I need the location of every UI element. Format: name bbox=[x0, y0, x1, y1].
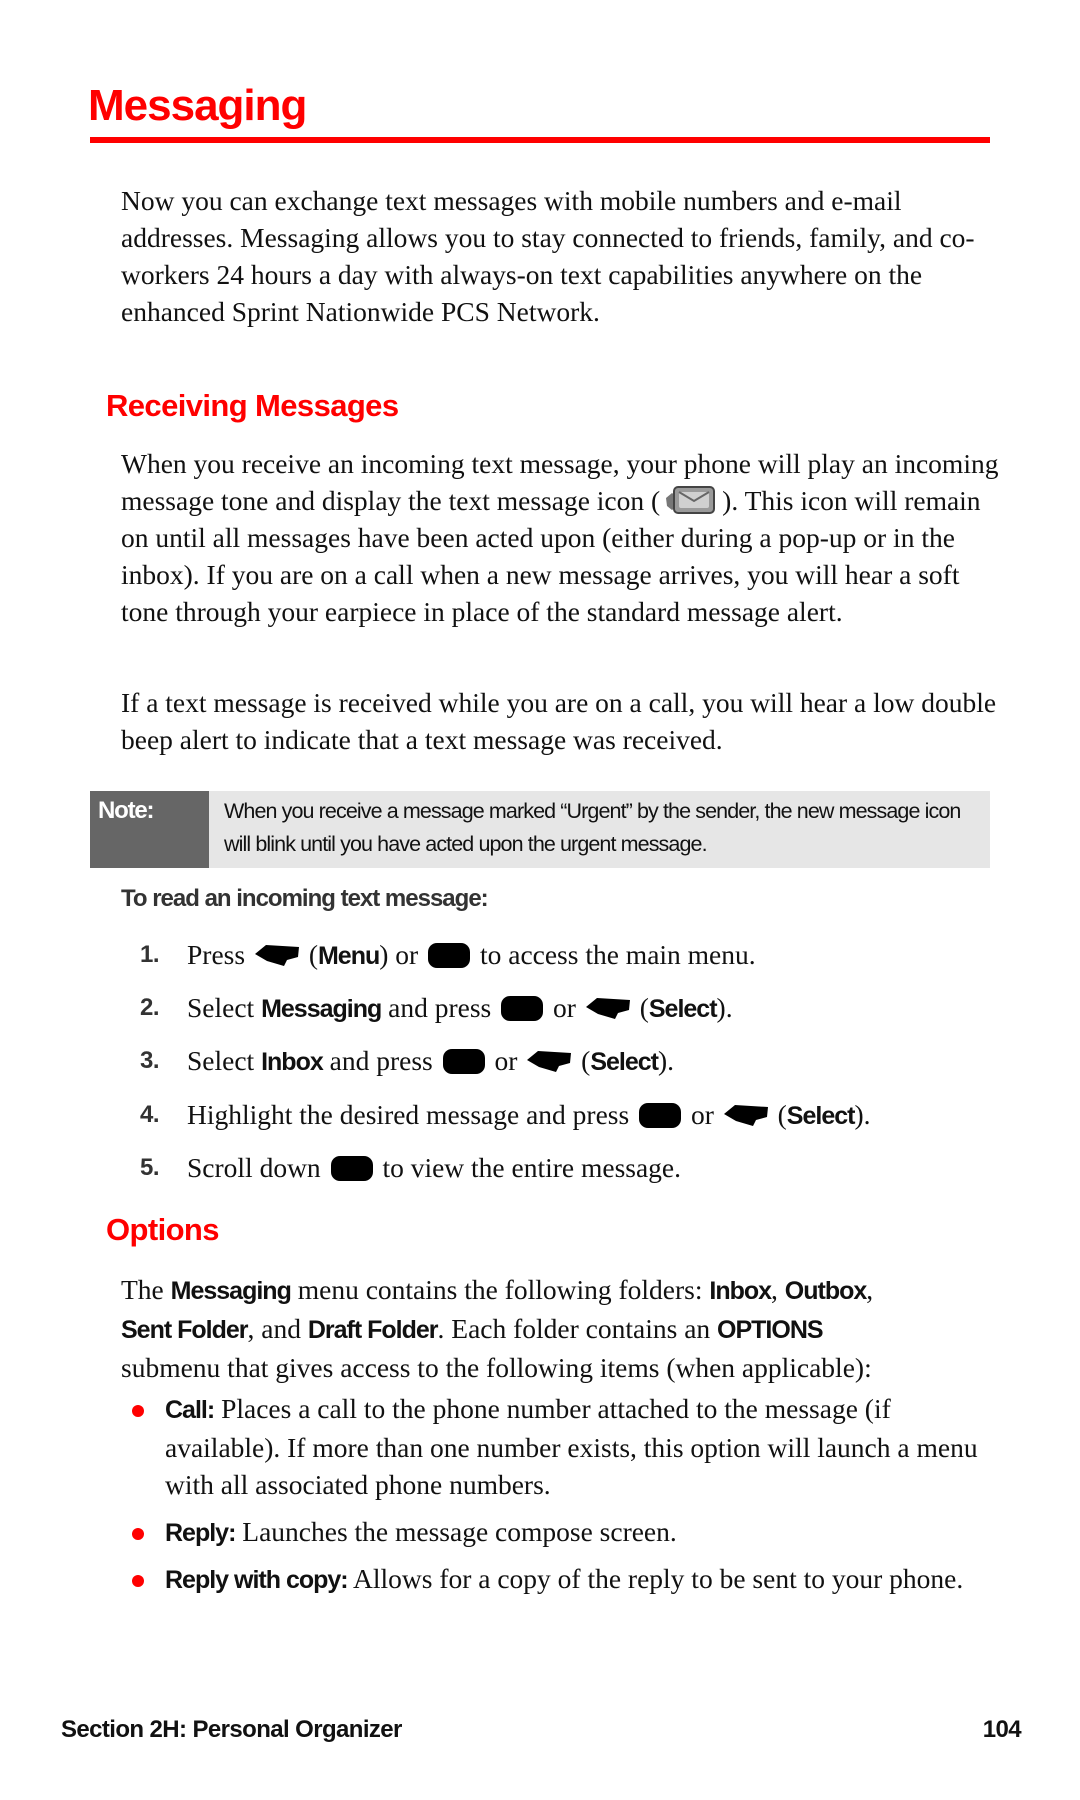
receiving-heading: Receiving Messages bbox=[106, 388, 399, 423]
options-heading: Options bbox=[106, 1212, 220, 1247]
option-item-reply-with-copy: Reply with copy: Allows for a copy of th… bbox=[132, 1560, 1002, 1638]
step-text: ). bbox=[716, 992, 733, 1023]
step-number: 1. bbox=[140, 941, 160, 968]
step-text: ( bbox=[301, 939, 318, 970]
step-text: ( bbox=[632, 992, 649, 1023]
step-text: and press bbox=[322, 1045, 440, 1076]
option-text: Allows for a copy of the reply to be sen… bbox=[347, 1563, 964, 1594]
step-text: Highlight the desired message and press bbox=[187, 1099, 637, 1130]
step-text: Press bbox=[187, 939, 252, 970]
select-label: Select bbox=[786, 1102, 856, 1130]
bullet-icon bbox=[132, 1405, 144, 1417]
softkey-icon bbox=[527, 1051, 572, 1072]
step-text: to view the entire message. bbox=[375, 1152, 682, 1183]
softkey-icon bbox=[585, 998, 630, 1019]
procedure-heading: To read an incoming text message: bbox=[121, 885, 489, 912]
text-message-icon bbox=[662, 484, 720, 516]
page-number: 104 bbox=[982, 1716, 1022, 1743]
step-text: ) or bbox=[379, 939, 426, 970]
page-title: Messaging bbox=[88, 81, 307, 130]
softkey-icon bbox=[254, 945, 299, 966]
title-rule bbox=[90, 137, 990, 143]
softkey-icon bbox=[723, 1105, 768, 1126]
option-text: Launches the message compose screen. bbox=[235, 1516, 677, 1547]
select-label: Select bbox=[590, 1048, 659, 1076]
step-text: or bbox=[684, 1099, 721, 1130]
option-item-call: Call: Places a call to the phone number … bbox=[132, 1390, 1002, 1505]
note-label: Note: bbox=[90, 791, 209, 868]
text: , and bbox=[247, 1313, 308, 1344]
text: . Each folder contains an bbox=[437, 1313, 718, 1344]
step-text: or bbox=[487, 1045, 525, 1076]
option-text: Places a call to the phone number attach… bbox=[165, 1393, 978, 1500]
intro-paragraph: Now you can exchange text messages with … bbox=[121, 185, 975, 327]
step-5: 5. Scroll down to view the entire messag… bbox=[140, 1148, 1000, 1188]
receiving-paragraph-1: When you receive an incoming text messag… bbox=[121, 445, 1001, 630]
select-label: Select bbox=[648, 995, 718, 1023]
step-text: Select bbox=[187, 1045, 262, 1076]
step-text: or bbox=[546, 992, 583, 1023]
text: submenu that gives access to the followi… bbox=[121, 1352, 872, 1383]
step-text: ( bbox=[770, 1099, 787, 1130]
note-box: Note: When you receive a message marked … bbox=[90, 791, 990, 868]
step-text: Select bbox=[187, 992, 262, 1023]
options-intro: The Messaging menu contains the followin… bbox=[121, 1271, 1001, 1386]
note-text: When you receive a message marked “Urgen… bbox=[224, 799, 961, 856]
inbox-label: Inbox bbox=[709, 1277, 772, 1305]
step-text: ). bbox=[658, 1045, 675, 1076]
outbox-label: Outbox bbox=[784, 1277, 867, 1305]
step-text: Scroll down bbox=[187, 1152, 328, 1183]
step-number: 3. bbox=[140, 1047, 160, 1074]
step-text: ). bbox=[854, 1099, 871, 1130]
step-4: 4. Highlight the desired message and pre… bbox=[140, 1095, 1000, 1135]
step-3: 3. Select Inbox and press or (Select). bbox=[140, 1041, 1000, 1081]
step-number: 5. bbox=[140, 1154, 160, 1181]
step-number: 2. bbox=[140, 994, 160, 1021]
messaging-label: Messaging bbox=[170, 1277, 292, 1305]
sent-folder-label: Sent Folder bbox=[121, 1316, 249, 1344]
receiving-paragraph-2: If a text message is received while you … bbox=[121, 687, 997, 755]
footer-section: Section 2H: Personal Organizer bbox=[61, 1716, 402, 1743]
menu-label: Menu bbox=[317, 942, 380, 970]
bullet-icon bbox=[132, 1575, 144, 1587]
nav-key-icon bbox=[330, 1156, 373, 1181]
step-text: to access the main menu. bbox=[473, 939, 756, 970]
text: The bbox=[121, 1274, 171, 1305]
nav-key-icon bbox=[501, 996, 544, 1021]
option-label: Call: bbox=[165, 1396, 215, 1424]
step-text: and press bbox=[381, 992, 499, 1023]
draft-folder-label: Draft Folder bbox=[307, 1316, 439, 1344]
step-2: 2. Select Messaging and press or (Select… bbox=[140, 988, 1000, 1028]
nav-key-icon bbox=[442, 1049, 485, 1074]
step-text: ( bbox=[574, 1045, 591, 1076]
text: , bbox=[866, 1274, 874, 1305]
messaging-label: Messaging bbox=[261, 995, 382, 1023]
option-label: Reply: bbox=[165, 1519, 236, 1547]
step-1: 1. Press (Menu) or to access the main me… bbox=[140, 935, 1000, 975]
inbox-label: Inbox bbox=[261, 1048, 324, 1076]
step-number: 4. bbox=[140, 1101, 160, 1128]
nav-key-icon bbox=[639, 1103, 682, 1128]
text: , bbox=[771, 1274, 785, 1305]
bullet-icon bbox=[132, 1528, 144, 1540]
option-label: Reply with copy: bbox=[165, 1566, 349, 1594]
options-label: OPTIONS bbox=[717, 1316, 824, 1344]
text: menu contains the following folders: bbox=[290, 1274, 710, 1305]
nav-key-icon bbox=[428, 943, 471, 968]
option-item-reply: Reply: Launches the message compose scre… bbox=[132, 1513, 1002, 1553]
